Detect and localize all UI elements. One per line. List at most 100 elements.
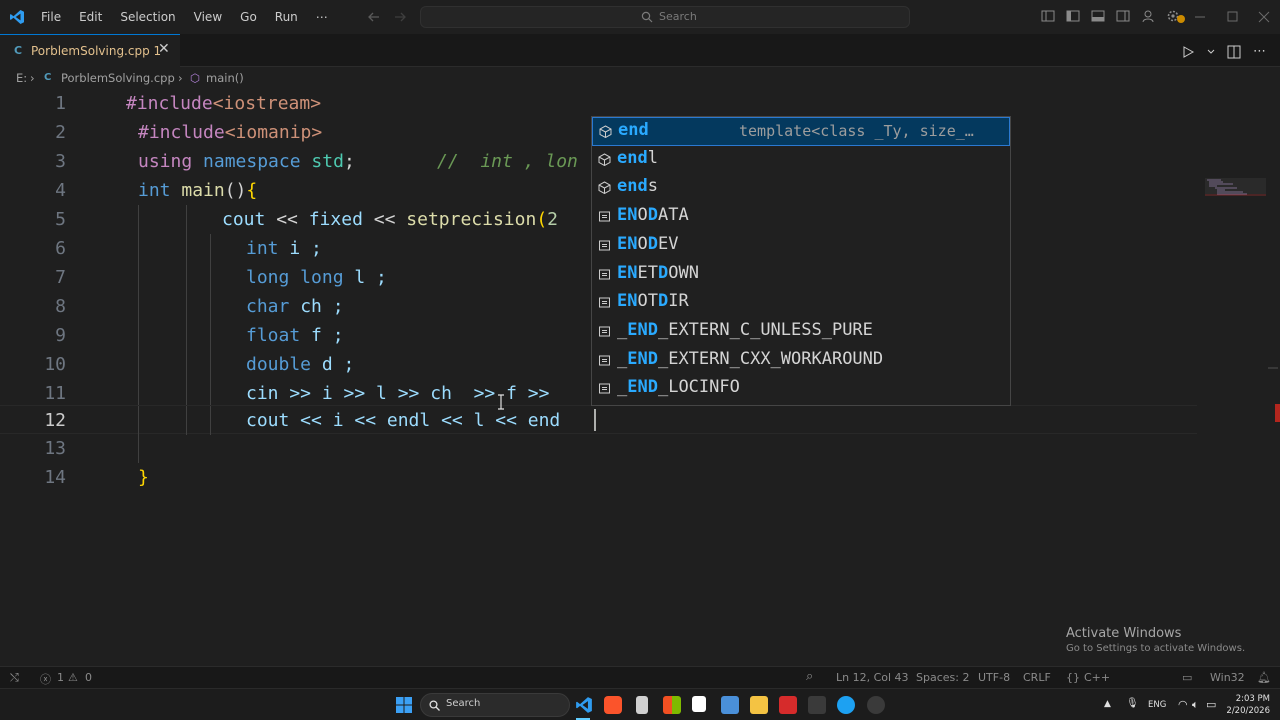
code-text: cout << fixed << setprecision(2	[222, 209, 558, 230]
line-number: 6	[55, 238, 66, 259]
chevron-right-icon: ›	[178, 71, 183, 85]
microphone-icon[interactable]: 🎙︎	[1126, 698, 1139, 709]
notifications-bell-icon[interactable]: 🔔︎	[1257, 671, 1271, 684]
app-icon[interactable]	[808, 696, 826, 714]
constant-icon	[599, 383, 610, 394]
code-text: int main(){	[138, 180, 258, 201]
close-tab-icon[interactable]: ✕	[158, 41, 170, 57]
suggestion-label: ENOTDIR	[617, 291, 689, 312]
suggestion-item[interactable]: ENODATA	[592, 203, 1010, 232]
code-text: using namespace std;	[138, 151, 355, 172]
customize-layout-icon[interactable]	[1040, 8, 1056, 24]
menu-go[interactable]: Go	[231, 0, 266, 34]
back-arrow-icon[interactable]	[366, 9, 382, 25]
function-icon	[599, 125, 612, 138]
menu-edit[interactable]: Edit	[70, 0, 111, 34]
platform-config[interactable]: Win32	[1210, 671, 1245, 684]
vertical-scrollbar[interactable]	[1266, 178, 1280, 720]
tab-porblemsolving-cpp[interactable]: C PorblemSolving.cpp 1 ✕	[0, 34, 180, 67]
run-file-icon[interactable]	[1181, 45, 1195, 59]
constant-icon	[599, 211, 610, 222]
store-icon[interactable]	[663, 696, 681, 714]
constant-icon	[599, 240, 610, 251]
menu-run[interactable]: Run	[266, 0, 307, 34]
line-number: 7	[55, 267, 66, 288]
encoding[interactable]: UTF-8	[978, 671, 1010, 684]
toggle-panel-icon[interactable]	[1090, 8, 1106, 24]
command-center-search[interactable]: Search	[420, 6, 910, 28]
file-explorer-icon[interactable]	[750, 696, 768, 714]
menu-view[interactable]: View	[185, 0, 231, 34]
language-mode[interactable]: C++	[1084, 671, 1110, 684]
search-icon	[429, 700, 440, 711]
warning-count[interactable]: 0	[85, 671, 92, 684]
autocomplete-suggestions: end template<class _Ty, size_… endl ends…	[591, 116, 1011, 406]
suggestion-item[interactable]: ENETDOWN	[592, 261, 1010, 290]
code-line: 14 }	[0, 463, 1200, 492]
toggle-secondary-sidebar-icon[interactable]	[1115, 8, 1131, 24]
line-number: 2	[55, 122, 66, 143]
clock-time[interactable]: 2:03 PM	[1224, 694, 1270, 704]
close-window-button[interactable]	[1248, 0, 1280, 34]
clock-date[interactable]: 2/20/2026	[1224, 706, 1270, 716]
app-icon[interactable]	[867, 696, 885, 714]
suggestion-item[interactable]: _END_LOCINFO	[592, 375, 1010, 404]
zoom-icon[interactable]: ⌕	[806, 669, 813, 684]
suggestion-item[interactable]: ENOTDIR	[592, 289, 1010, 318]
indentation[interactable]: Spaces: 2	[916, 671, 969, 684]
volume-icon[interactable]: 🔈︎	[1192, 698, 1199, 712]
edge-browser-icon[interactable]	[837, 696, 855, 714]
remote-icon[interactable]: ⤭	[10, 671, 19, 685]
toggle-primary-sidebar-icon[interactable]	[1065, 8, 1081, 24]
chevron-down-icon[interactable]	[1207, 48, 1215, 56]
app-icon[interactable]	[721, 696, 739, 714]
breadcrumb-root[interactable]: E:	[16, 71, 27, 85]
taskbar-search[interactable]: Search	[420, 693, 570, 717]
windows-start-icon[interactable]	[396, 697, 412, 713]
constant-icon	[599, 326, 610, 337]
notion-icon[interactable]	[692, 696, 706, 712]
tray-chevron-up-icon[interactable]: ▲	[1104, 699, 1111, 709]
suggestion-label: ENODATA	[617, 205, 689, 226]
menu-selection[interactable]: Selection	[111, 0, 184, 34]
error-icon[interactable]: ⓧ	[40, 671, 51, 687]
menu-more[interactable]: ⋯	[307, 0, 337, 34]
wifi-icon[interactable]: ◠	[1178, 698, 1188, 711]
menu-bar: File Edit Selection View Go Run ⋯	[32, 0, 337, 34]
calculator-icon[interactable]	[636, 696, 648, 714]
maximize-button[interactable]	[1216, 0, 1248, 34]
split-editor-icon[interactable]	[1227, 45, 1241, 59]
taskbar-search-label: Search	[446, 698, 481, 709]
suggestion-item[interactable]: _END_EXTERN_C_UNLESS_PURE	[592, 318, 1010, 347]
suggestion-item[interactable]: _END_EXTERN_CXX_WORKAROUND	[592, 347, 1010, 376]
suggestion-item[interactable]: ENODEV	[592, 232, 1010, 261]
search-icon	[641, 11, 653, 22]
text-cursor	[594, 409, 596, 431]
minimap[interactable]	[1203, 178, 1266, 208]
suggestion-item[interactable]: endl	[592, 146, 1010, 175]
menu-file[interactable]: File	[32, 0, 70, 34]
search-placeholder: Search	[659, 10, 697, 23]
config-icon: ▭	[1182, 671, 1193, 684]
breadcrumb-file[interactable]: PorblemSolving.cpp	[61, 71, 175, 85]
forward-arrow-icon[interactable]	[392, 9, 408, 25]
suggestion-item[interactable]: end template<class _Ty, size_…	[592, 117, 1010, 146]
code-text: cout << i << endl << l << end	[246, 410, 561, 431]
cursor-position[interactable]: Ln 12, Col 43	[836, 671, 909, 684]
error-count[interactable]: 1	[57, 671, 64, 684]
battery-icon[interactable]: ▭	[1206, 698, 1216, 711]
minimize-button[interactable]	[1184, 0, 1216, 34]
vscode-taskbar-icon[interactable]	[575, 696, 593, 714]
wps-office-icon[interactable]	[779, 696, 797, 714]
account-icon[interactable]	[1140, 8, 1156, 24]
input-language[interactable]: ENG	[1148, 700, 1166, 710]
warning-icon[interactable]: ⚠	[68, 671, 78, 684]
suggestion-label: end	[618, 120, 649, 140]
more-actions-icon[interactable]: ⋯	[1253, 44, 1266, 59]
suggestion-item[interactable]: ends	[592, 174, 1010, 203]
brave-browser-icon[interactable]	[604, 696, 622, 714]
code-line-current: 12 cout << i << endl << l << end	[0, 405, 1197, 435]
breadcrumb-symbol[interactable]: main()	[206, 71, 244, 85]
end-of-line[interactable]: CRLF	[1023, 671, 1051, 684]
line-number: 5	[55, 209, 66, 230]
